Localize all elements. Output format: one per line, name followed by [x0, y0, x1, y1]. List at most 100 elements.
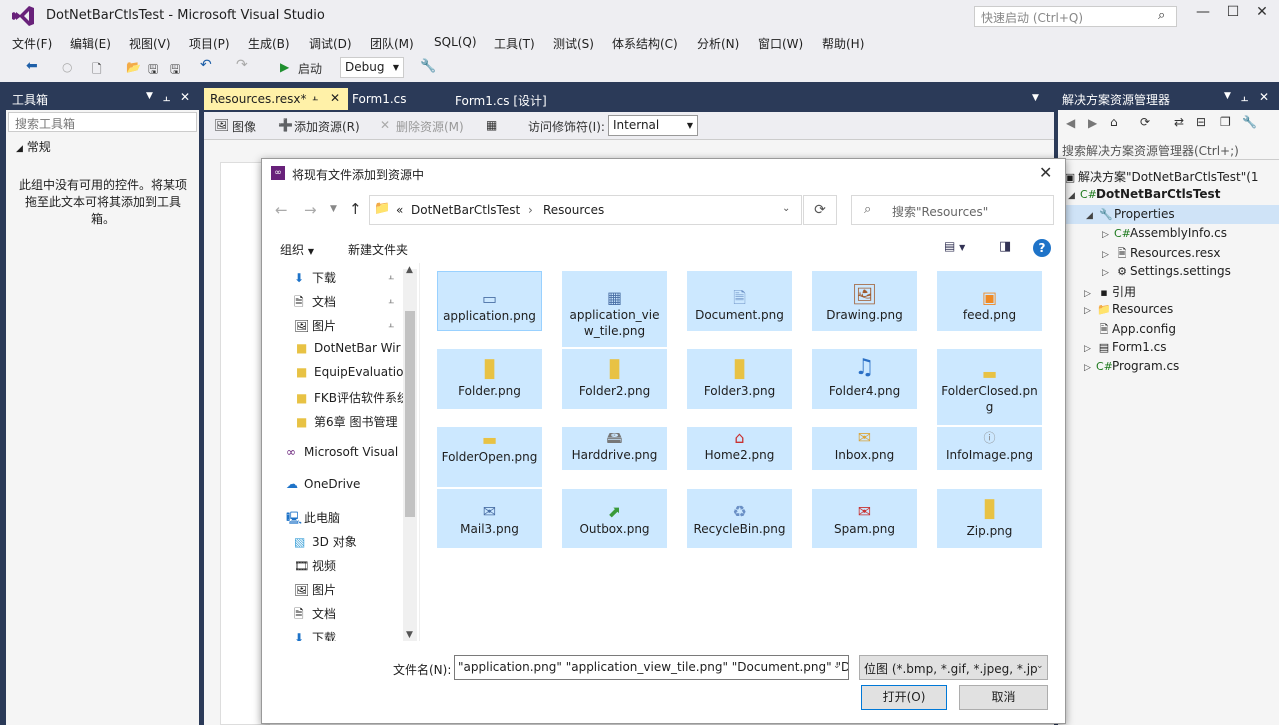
tree-resources-resx[interactable]: ▷ 🗎 Resources.resx [1102, 245, 1221, 264]
tree-program[interactable]: ▷ C#Program.cs [1084, 359, 1179, 373]
toolbox-group[interactable]: ◢ 常规 [16, 138, 51, 155]
close-icon[interactable]: ✕ [330, 91, 340, 105]
forward-icon[interactable]: ○ [62, 60, 72, 74]
file-item[interactable]: ✉ Mail3.png [437, 489, 542, 548]
show-all-files-icon[interactable]: ❐ [1220, 115, 1231, 129]
back-icon[interactable]: ◀ [1066, 116, 1075, 130]
file-item[interactable]: ♫ Folder4.png [812, 349, 917, 409]
nav-item-folder[interactable]: ■ FKB评估软件系统 [296, 389, 409, 406]
menu-tools[interactable]: 工具(T) [494, 35, 535, 52]
view-icon[interactable]: ▦ [486, 118, 497, 132]
add-resource-button[interactable]: 添加资源(R) [294, 118, 360, 135]
file-item[interactable]: ▭ application.png [437, 271, 542, 331]
save-icon[interactable]: 🖫 [148, 60, 158, 81]
pin-icon[interactable]: ⫠ [1241, 90, 1248, 105]
home-icon[interactable]: ⌂ [1110, 115, 1118, 129]
breadcrumb-overflow[interactable]: « [396, 203, 403, 217]
tab-overflow-icon[interactable]: ▼ [1032, 93, 1039, 103]
nav-item-documents[interactable]: 🗎 文档 [294, 293, 336, 314]
menu-project[interactable]: 项目(P) [189, 35, 230, 52]
toolbox-search-input[interactable]: 搜索工具箱 [8, 112, 197, 132]
breadcrumb-resources[interactable]: Resources [543, 203, 604, 217]
change-view-icon[interactable]: ▤ ▼ [944, 239, 965, 253]
new-project-icon[interactable]: 🗋 [92, 60, 102, 81]
nav-back-button[interactable]: ← [275, 201, 288, 219]
menu-architecture[interactable]: 体系结构(C) [612, 35, 678, 52]
menu-window[interactable]: 窗口(W) [758, 35, 803, 52]
tree-settings[interactable]: ▷ ⚙ Settings.settings [1102, 264, 1231, 278]
close-icon[interactable]: ✕ [180, 90, 190, 104]
help-icon[interactable]: ? [1033, 239, 1051, 257]
tree-references[interactable]: ▷ ▪ 引用 [1084, 283, 1136, 300]
file-item[interactable]: 🖼 Drawing.png [812, 271, 917, 331]
file-item[interactable]: ▬ FolderClosed.png [937, 349, 1042, 425]
menu-edit[interactable]: 编辑(E) [70, 35, 111, 52]
back-icon[interactable]: ⬅ [26, 58, 38, 74]
pin-icon[interactable]: ⫠ [163, 90, 170, 105]
recent-locations-icon[interactable]: ▼ [330, 204, 337, 214]
redo-icon[interactable]: ↷ [236, 57, 248, 73]
solution-search-input[interactable]: 搜索解决方案资源管理器(Ctrl+;) [1058, 140, 1279, 160]
menu-sql[interactable]: SQL(Q) [434, 35, 477, 49]
file-item[interactable]: 🗎 Document.png [687, 271, 792, 331]
file-item[interactable]: ▮ Folder.png [437, 349, 542, 409]
nav-item-pictures[interactable]: 🖼 图片 [294, 317, 336, 334]
menu-build[interactable]: 生成(B) [248, 35, 290, 52]
quick-launch-input[interactable]: 快速启动 (Ctrl+Q) [974, 6, 1177, 27]
tab-form1-cs[interactable]: Form1.cs [346, 88, 413, 110]
nav-item-3d-objects[interactable]: ▧ 3D 对象 [294, 533, 357, 550]
open-button[interactable]: 打开(O) [861, 685, 947, 710]
tree-form1[interactable]: ▷ ▤ Form1.cs [1084, 340, 1167, 354]
scroll-up-icon[interactable]: ▲ [406, 265, 413, 275]
chevron-down-icon[interactable]: ⌄ [782, 203, 790, 214]
minimize-button[interactable]: — [1188, 4, 1218, 26]
tree-project[interactable]: ◢ C#DotNetBarCtlsTest [1068, 187, 1220, 201]
attach-icon[interactable]: 🔧 [420, 59, 436, 74]
undo-icon[interactable]: ↶ [200, 57, 212, 73]
menu-view[interactable]: 视图(V) [129, 35, 171, 52]
file-item[interactable]: ⬈ Outbox.png [562, 489, 667, 548]
maximize-button[interactable]: ☐ [1218, 4, 1248, 26]
nav-item-this-pc[interactable]: 🖳 此电脑 [286, 509, 340, 530]
nav-item-videos[interactable]: 🎞 视频 [294, 557, 336, 574]
sync-icon[interactable]: ⟳ [1140, 115, 1150, 129]
tree-resources-folder[interactable]: ▷ 📁Resources [1084, 302, 1173, 316]
nav-item-pictures[interactable]: 🖼 图片 [294, 581, 336, 598]
scroll-down-icon[interactable]: ▼ [406, 630, 413, 640]
nav-scrollbar-thumb[interactable] [405, 311, 415, 517]
nav-forward-button[interactable]: → [304, 201, 317, 219]
file-item[interactable]: ✉ Spam.png [812, 489, 917, 548]
refresh-button[interactable]: ⟳ [803, 195, 837, 225]
play-icon[interactable]: ▶ [280, 60, 289, 74]
nav-item-folder[interactable]: ■ EquipEvaluatio [296, 365, 403, 379]
forward-icon[interactable]: ▶ [1088, 116, 1097, 130]
configuration-select[interactable]: Debug ▼ [340, 57, 404, 78]
file-item[interactable]: ▬ FolderOpen.png [437, 427, 542, 487]
file-item[interactable]: ▦ application_view_tile.png [562, 271, 667, 347]
refresh-icon[interactable]: ⇄ [1174, 115, 1184, 129]
preview-pane-icon[interactable]: ◨ [999, 239, 1011, 254]
save-all-icon[interactable]: 🖫 [170, 60, 180, 81]
search-icon[interactable]: ⌕ [1158, 8, 1165, 23]
resource-type-button[interactable]: 图像 [232, 118, 256, 135]
collapse-all-icon[interactable]: ⊟ [1196, 115, 1206, 129]
properties-icon[interactable]: 🔧 [1242, 115, 1257, 129]
new-folder-button[interactable]: 新建文件夹 [348, 241, 408, 258]
tab-resources-resx[interactable]: Resources.resx* ⫠ ✕ [204, 88, 348, 110]
file-type-filter[interactable]: 位图 (*.bmp, *.gif, *.jpeg, *.jp [859, 655, 1048, 680]
pin-icon[interactable]: ⫠ [312, 92, 318, 103]
address-bar[interactable]: 📁 « DotNetBarCtlsTest › Resources ⌄ [369, 195, 802, 225]
nav-item-downloads[interactable]: ⬇ 下载 [294, 629, 336, 641]
dialog-search-input[interactable]: 搜索"Resources" [851, 195, 1054, 225]
open-file-icon[interactable]: 📂 [126, 60, 141, 74]
menu-help[interactable]: 帮助(H) [822, 35, 864, 52]
menu-analyze[interactable]: 分析(N) [697, 35, 739, 52]
menu-team[interactable]: 团队(M) [370, 35, 414, 52]
nav-item-documents[interactable]: 🗎 文档 [294, 605, 336, 626]
dialog-close-button[interactable]: ✕ [1039, 163, 1052, 182]
menu-file[interactable]: 文件(F) [12, 35, 52, 52]
dropdown-icon[interactable]: ▼ [146, 91, 153, 101]
chevron-down-icon[interactable]: ⌄ [833, 661, 841, 671]
file-item[interactable]: ⌂ Home2.png [687, 427, 792, 470]
menu-test[interactable]: 测试(S) [553, 35, 594, 52]
